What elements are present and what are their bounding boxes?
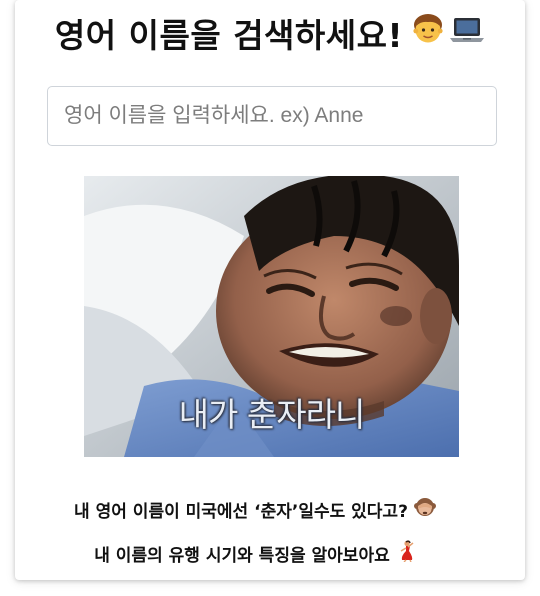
caption-line-1: 내 영어 이름이 미국에선 ‘춘자’일수도 있다고? bbox=[0, 494, 525, 524]
caption-line-2: 내 이름의 유행 시기와 특징을 알아보아요 bbox=[0, 538, 525, 568]
boy-emoji-icon bbox=[411, 12, 445, 54]
search-input[interactable] bbox=[47, 86, 497, 146]
dancer-icon bbox=[396, 539, 416, 567]
caption-line-1-text: 내 영어 이름이 미국에선 ‘춘자’일수도 있다고? bbox=[74, 501, 408, 522]
page-title-text: 영어 이름을 검색하세요! bbox=[54, 16, 404, 55]
caption-line-2-text: 내 이름의 유행 시기와 특징을 알아보아요 bbox=[94, 545, 390, 566]
main-card: 영어 이름을 검색하세요! 영어 이름을 입력하세요. ex) Anne 내가 … bbox=[15, 0, 525, 580]
see-no-evil-monkey-icon bbox=[413, 496, 436, 523]
search-box bbox=[47, 86, 497, 146]
meme-subtitle: 내가 춘자라니 bbox=[178, 395, 366, 434]
page-title: 영어 이름을 검색하세요! bbox=[15, 8, 525, 58]
laptop-emoji-icon bbox=[449, 12, 485, 54]
meme-image: 내가 춘자라니 bbox=[84, 176, 459, 457]
